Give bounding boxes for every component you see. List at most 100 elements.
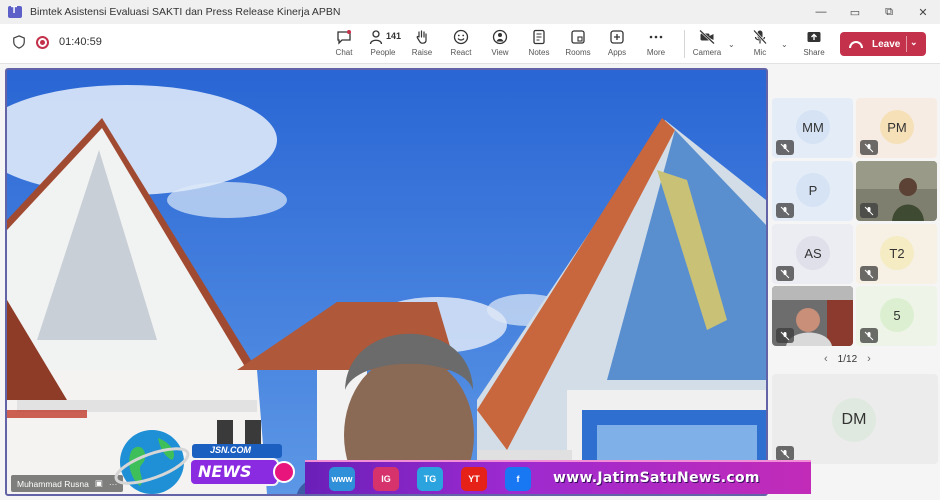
leave-options-chevron-icon[interactable]: ⌄: [910, 37, 918, 48]
participant-video-tile[interactable]: [856, 161, 937, 221]
camera-button[interactable]: Camera: [688, 28, 726, 60]
mic-muted-icon: [776, 140, 794, 155]
raise-hand-button[interactable]: Raise: [403, 28, 441, 60]
shield-icon[interactable]: [12, 35, 26, 49]
mic-options-chevron-icon[interactable]: ⌄: [781, 40, 788, 49]
more-button[interactable]: More: [637, 28, 675, 60]
raise-label: Raise: [411, 48, 433, 57]
mic-muted-icon: [860, 266, 878, 281]
popout-button[interactable]: ⧉: [872, 0, 906, 24]
mic-muted-icon: [860, 140, 878, 155]
view-button[interactable]: View: [481, 28, 519, 60]
participant-tile[interactable]: T2: [856, 224, 937, 284]
react-label: React: [450, 48, 472, 57]
rooms-label: Rooms: [565, 48, 591, 57]
close-button[interactable]: ✕: [906, 0, 940, 24]
toolbar-divider: [684, 30, 685, 58]
participant-avatar: MM: [796, 110, 830, 144]
leave-label: Leave: [872, 38, 901, 50]
mic-button[interactable]: Mic: [741, 28, 779, 60]
camera-options-chevron-icon[interactable]: ⌄: [728, 40, 735, 49]
phone-hangup-icon: [849, 40, 863, 48]
watermark-banner: www IG TG YT f www.JatimSatuNews.com: [305, 460, 811, 494]
youtube-icon: YT: [461, 467, 487, 491]
participant-tile[interactable]: P: [772, 161, 853, 221]
share-button[interactable]: Share: [795, 28, 833, 60]
leave-button[interactable]: Leave ⌄: [840, 32, 926, 56]
share-label: Share: [803, 48, 825, 57]
mic-muted-icon: [860, 328, 878, 343]
notes-label: Notes: [528, 48, 550, 57]
screen-share-icon: ▣: [94, 478, 103, 488]
participant-tile[interactable]: PM: [856, 98, 937, 158]
camera-off-icon: [699, 29, 715, 45]
more-icon: [649, 35, 663, 39]
participant-avatar: 5: [880, 298, 914, 332]
facebook-icon: f: [505, 467, 531, 491]
participant-avatar: P: [796, 173, 830, 207]
mic-muted-icon: [776, 328, 794, 343]
mic-label: Mic: [753, 48, 767, 57]
mic-off-icon: [753, 29, 767, 45]
apps-icon: [610, 30, 624, 44]
apps-label: Apps: [607, 48, 627, 57]
site-url: www.JatimSatuNews.com: [553, 470, 760, 486]
speaker-name: Muhammad Rusna: [17, 478, 89, 489]
recording-icon: [36, 35, 49, 49]
page-indicator: 1/12: [837, 353, 858, 365]
participant-avatar: AS: [796, 236, 830, 270]
leave-divider: [906, 36, 907, 52]
people-icon: [369, 30, 383, 45]
chat-label: Chat: [335, 48, 353, 57]
hand-icon: [416, 30, 427, 44]
smile-icon: [453, 29, 469, 45]
instagram-icon: IG: [373, 467, 399, 491]
participant-tile[interactable]: MM: [772, 98, 853, 158]
next-page-chevron-icon[interactable]: ›: [867, 353, 871, 365]
meeting-status: 01:40:59: [12, 35, 102, 49]
brand-main-text: NEWS: [198, 462, 252, 481]
rooms-button[interactable]: Rooms: [559, 28, 597, 60]
title-bar: Bimtek Asistensi Evaluasi SAKTI dan Pres…: [0, 0, 940, 24]
mic-muted-icon: [776, 203, 794, 218]
camera-label: Camera: [692, 48, 722, 57]
chat-button[interactable]: Chat: [325, 28, 363, 60]
people-count: 141: [386, 31, 402, 41]
share-icon: [807, 32, 821, 42]
rooms-icon: [571, 30, 585, 44]
react-button[interactable]: React: [442, 28, 480, 60]
participant-tile[interactable]: AS: [772, 224, 853, 284]
participant-avatar: T2: [880, 236, 914, 270]
teams-logo-icon: [8, 5, 22, 18]
mic-muted-icon: [776, 446, 794, 461]
window-controls: — ▭ ⧉ ✕: [804, 0, 940, 24]
view-icon: [492, 29, 508, 45]
notes-button[interactable]: Notes: [520, 28, 558, 60]
people-label: People: [370, 48, 396, 57]
participant-tile[interactable]: 5: [856, 286, 937, 346]
participant-avatar: PM: [880, 110, 914, 144]
website-icon: www: [329, 467, 355, 491]
meeting-toolbar: 01:40:59 Chat 141 People Raise React Vie…: [0, 24, 940, 64]
featured-participant-tile[interactable]: DM: [772, 374, 938, 464]
notes-icon: [533, 29, 545, 45]
globe-logo-icon: [114, 430, 190, 494]
participant-avatar: DM: [832, 398, 876, 442]
window-title: Bimtek Asistensi Evaluasi SAKTI dan Pres…: [30, 6, 341, 18]
prev-page-chevron-icon[interactable]: ‹: [824, 353, 828, 365]
participant-gallery: MM PM P AS T2 5 ‹ 1/12 › DM: [770, 64, 940, 500]
brand-top-text: JSN.COM: [210, 445, 252, 455]
apps-button[interactable]: Apps: [598, 28, 636, 60]
participant-video-tile[interactable]: [772, 286, 853, 346]
mic-muted-icon: [776, 266, 794, 281]
meeting-timer: 01:40:59: [59, 36, 102, 48]
more-label: More: [646, 48, 666, 57]
gallery-pager: ‹ 1/12 ›: [824, 353, 871, 365]
restore-button[interactable]: ▭: [838, 0, 872, 24]
chat-icon: [337, 30, 351, 45]
telegram-icon: TG: [417, 467, 443, 491]
people-button[interactable]: 141 People: [364, 28, 402, 60]
speaker-name-tag: Muhammad Rusna ▣ ···: [11, 475, 124, 492]
minimize-button[interactable]: —: [804, 0, 838, 24]
mic-muted-icon: [860, 203, 878, 218]
